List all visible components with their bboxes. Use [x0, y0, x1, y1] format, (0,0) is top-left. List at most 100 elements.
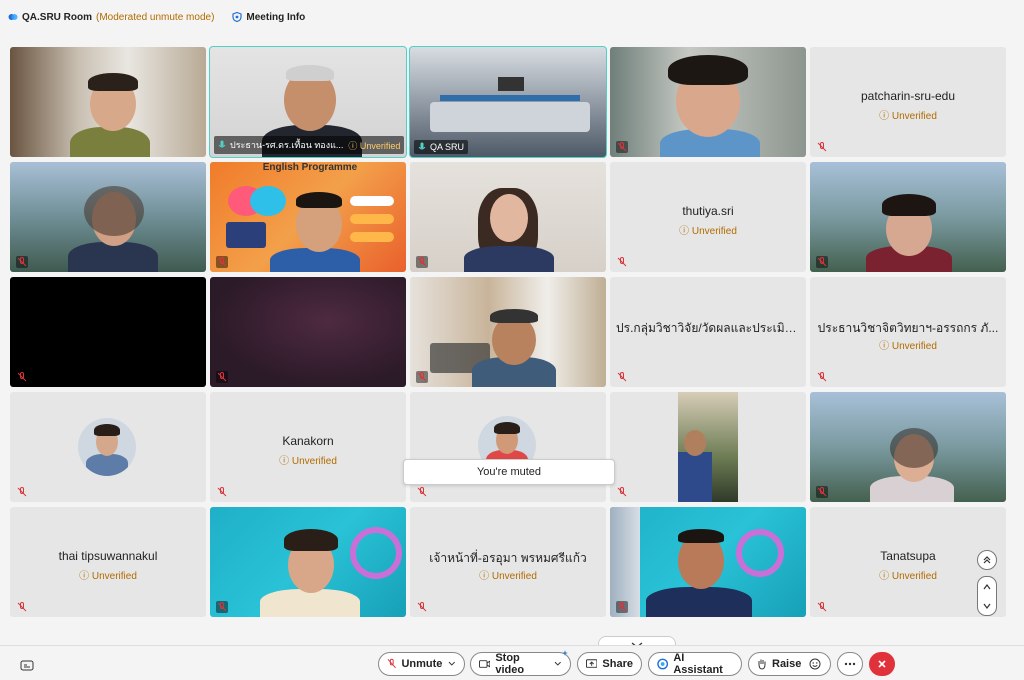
leave-meeting-button[interactable]	[869, 652, 895, 676]
participant-name: patcharin-sru-edu	[860, 89, 956, 103]
muted-microphone-icon	[217, 487, 227, 497]
participant-tile[interactable]	[10, 162, 206, 272]
participant-name: thai tipsuwannakul	[58, 549, 158, 563]
participant-tile[interactable]	[610, 507, 806, 617]
participant-video	[410, 277, 606, 387]
meeting-controls-bar: Unmute Stop video Share AI Assistant Rai…	[0, 645, 1024, 680]
participant-tile[interactable]	[10, 47, 206, 157]
microphone-icon	[218, 140, 226, 148]
muted-microphone-icon	[17, 602, 27, 612]
unverified-badge: ⓘ Unverified	[879, 341, 937, 352]
participant-tile[interactable]: thai tipsuwannakul ⓘ Unverified	[10, 507, 206, 617]
participant-tile[interactable]	[410, 277, 606, 387]
chevron-down-icon[interactable]	[982, 602, 992, 610]
stop-video-button[interactable]: Stop video	[470, 650, 571, 676]
muted-microphone-icon	[616, 141, 628, 153]
muted-microphone-icon	[417, 487, 427, 497]
participant-name: เจ้าหน้าที่-อรอุมา พรหมศรีแก้ว	[429, 551, 587, 565]
avatar	[78, 418, 136, 476]
room-name: QA.SRU Room	[22, 11, 92, 23]
muted-microphone-icon	[816, 486, 828, 498]
double-chevron-up-icon	[983, 556, 991, 564]
room-indicator[interactable]: QA.SRU Room (Moderated unmute mode)	[8, 12, 214, 23]
muted-microphone-icon	[216, 601, 228, 613]
participant-video	[610, 507, 806, 617]
chevron-down-icon[interactable]	[448, 661, 456, 667]
participant-tile[interactable]	[410, 392, 606, 502]
microphone-icon	[418, 142, 426, 150]
muted-microphone-icon	[617, 487, 627, 497]
participant-tile[interactable]: ประธานวิชาจิตวิทยาฯ-อรรถกร ภั... ⓘ Unver…	[810, 277, 1006, 387]
ai-assistant-button[interactable]: AI Assistant	[648, 652, 742, 676]
participant-tile-active[interactable]: ประธาน-รศ.ดร.เทื้อน ทองแ... ⓘ Unverified	[209, 46, 407, 158]
participant-tile[interactable]: English Programme	[210, 162, 406, 272]
participant-video	[678, 392, 738, 502]
participant-tile[interactable]	[810, 162, 1006, 272]
captions-icon[interactable]	[20, 660, 34, 672]
participant-tile-room[interactable]: QA SRU	[409, 46, 607, 158]
video-grid: ประธาน-รศ.ดร.เทื้อน ทองแ... ⓘ Unverified…	[10, 46, 1008, 617]
chevron-down-icon[interactable]	[554, 661, 562, 667]
participant-tile[interactable]: ปร.กลุ่มวิชาวิจัย/วัดผลและประเมิน...	[610, 277, 806, 387]
muted-microphone-icon	[817, 142, 827, 152]
participant-video	[810, 392, 1006, 502]
participant-tile[interactable]	[410, 162, 606, 272]
unmute-button[interactable]: Unmute	[378, 652, 465, 676]
raise-hand-icon	[758, 659, 766, 670]
meeting-top-bar: QA.SRU Room (Moderated unmute mode) Meet…	[0, 0, 1024, 34]
participant-tile[interactable]	[610, 47, 806, 157]
chevron-up-icon[interactable]	[982, 583, 992, 591]
unverified-badge: ⓘ Unverified	[479, 571, 537, 582]
participant-video	[610, 47, 806, 157]
participant-tile[interactable]	[210, 507, 406, 617]
muted-microphone-icon	[16, 371, 28, 383]
grid-scroll-controls	[977, 550, 997, 616]
more-icon	[844, 662, 856, 666]
muted-toast: You're muted	[403, 459, 615, 485]
unverified-badge: ⓘ Unverified	[279, 456, 337, 467]
unverified-badge: ⓘ Unverified	[348, 140, 401, 151]
room-mode: (Moderated unmute mode)	[96, 11, 215, 23]
share-screen-icon	[586, 659, 598, 668]
meeting-info-label: Meeting Info	[246, 11, 306, 23]
participant-tile[interactable]	[10, 392, 206, 502]
participant-tile[interactable]: เจ้าหน้าที่-อรอุมา พรหมศรีแก้ว ⓘ Unverif…	[410, 507, 606, 617]
scroll-to-top-button[interactable]	[977, 550, 997, 570]
muted-microphone-icon	[17, 487, 27, 497]
participant-tile[interactable]	[10, 277, 206, 387]
unverified-badge: ⓘ Unverified	[79, 571, 137, 582]
muted-microphone-icon	[216, 256, 228, 268]
participant-tile[interactable]	[610, 392, 806, 502]
participant-video	[10, 162, 206, 272]
participant-video	[810, 162, 1006, 272]
sparkle-icon	[562, 650, 568, 656]
participant-tile[interactable]: thutiya.sri ⓘ Unverified	[610, 162, 806, 272]
participant-name: ประธานวิชาจิตวิทยาฯ-อรรถกร ภั...	[817, 321, 999, 335]
ai-assistant-icon	[657, 658, 669, 670]
participant-name: Kanakorn	[282, 434, 334, 448]
more-options-button[interactable]	[837, 652, 863, 676]
participant-name-label: ประธาน-รศ.ดร.เทื้อน ทองแ... ⓘ Unverified	[214, 136, 405, 154]
muted-microphone-icon	[617, 257, 627, 267]
participant-tile[interactable]	[810, 392, 1006, 502]
shield-icon	[232, 12, 243, 22]
unverified-badge: ⓘ Unverified	[679, 226, 737, 237]
participant-tile[interactable]: Kanakorn ⓘ Unverified	[210, 392, 406, 502]
muted-microphone-icon	[16, 256, 28, 268]
share-button[interactable]: Share	[577, 652, 642, 676]
participant-video	[410, 162, 606, 272]
muted-microphone-icon	[816, 256, 828, 268]
participant-tile[interactable]	[210, 277, 406, 387]
muted-microphone-icon	[617, 372, 627, 382]
participant-tile[interactable]: patcharin-sru-edu ⓘ Unverified	[810, 47, 1006, 157]
muted-microphone-icon	[817, 602, 827, 612]
participant-video: English Programme	[210, 162, 406, 272]
muted-microphone-icon	[416, 256, 428, 268]
meeting-info-button[interactable]: Meeting Info	[232, 12, 305, 23]
muted-microphone-icon	[417, 602, 427, 612]
muted-microphone-icon	[817, 372, 827, 382]
reactions-icon[interactable]	[809, 658, 821, 670]
raise-hand-button[interactable]: Raise	[748, 652, 831, 676]
participant-video	[210, 507, 406, 617]
webex-logo-icon	[8, 14, 18, 20]
